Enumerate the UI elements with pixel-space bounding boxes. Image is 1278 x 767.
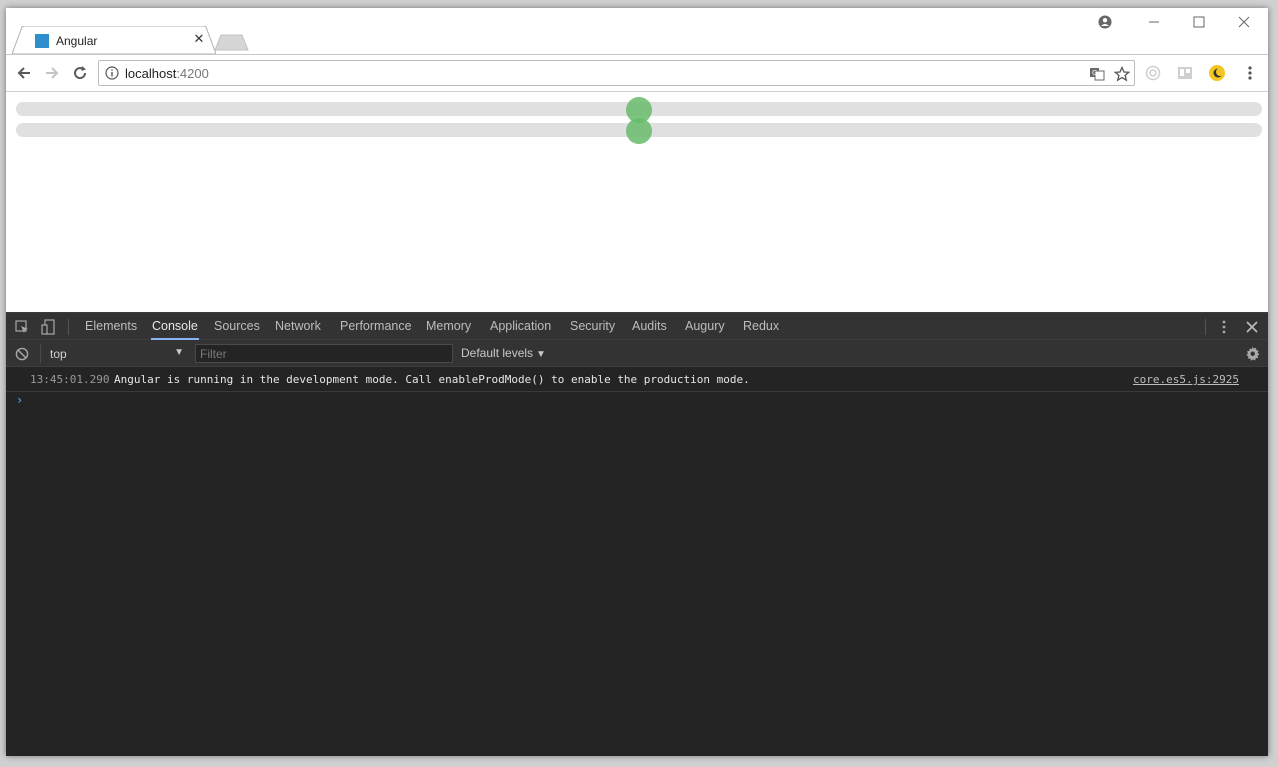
bookmark-star-icon[interactable]: [1113, 65, 1131, 83]
devtools-panel: Elements Console Sources Network Perform…: [6, 312, 1268, 756]
filter-input[interactable]: [196, 345, 452, 362]
toolbar-divider: [68, 319, 69, 335]
prompt-caret-icon: ›: [16, 393, 24, 407]
devtools-close-icon[interactable]: [1244, 319, 1260, 335]
devtools-tab-bar: Elements Console Sources Network Perform…: [6, 313, 1268, 340]
console-filter[interactable]: [195, 344, 453, 363]
tab-console[interactable]: Console: [151, 313, 199, 340]
tab-close-icon[interactable]: ✕: [192, 32, 206, 46]
slider-2[interactable]: [16, 118, 1262, 144]
browser-toolbar: localhost:4200 G: [6, 54, 1268, 92]
site-info-icon[interactable]: [105, 66, 119, 80]
tab-augury[interactable]: Augury: [684, 313, 726, 340]
console-settings-gear-icon[interactable]: [1244, 345, 1260, 361]
levels-label: Default levels: [461, 346, 534, 360]
url-port: :4200: [176, 66, 209, 81]
reload-icon[interactable]: [70, 63, 90, 83]
tab-sources[interactable]: Sources: [213, 313, 261, 340]
devtools-menu-icon[interactable]: [1216, 319, 1232, 335]
console-messages: 13:45:01.290 Angular is running in the d…: [6, 368, 1268, 412]
inspect-element-icon[interactable]: [14, 319, 30, 335]
svg-text:G: G: [1092, 69, 1097, 77]
chevron-down-icon: ▼: [174, 347, 184, 358]
maximize-icon[interactable]: [1185, 14, 1213, 30]
forward-arrow-icon[interactable]: [42, 63, 62, 83]
extension-board-icon[interactable]: [1176, 64, 1194, 82]
console-message: 13:45:01.290 Angular is running in the d…: [6, 368, 1268, 392]
angular-favicon-icon: [35, 34, 49, 48]
new-tab-button[interactable]: [214, 34, 250, 51]
extension-target-icon[interactable]: [1144, 64, 1162, 82]
slider-thumb[interactable]: [626, 118, 652, 144]
clear-console-icon[interactable]: [14, 346, 30, 362]
minimize-icon[interactable]: [1140, 14, 1168, 30]
extension-moon-icon[interactable]: [1208, 64, 1226, 82]
tab-performance[interactable]: Performance: [339, 313, 413, 340]
tab-memory[interactable]: Memory: [425, 313, 472, 340]
console-toolbar: top ▼ Default levels▼: [6, 340, 1268, 367]
tab-redux[interactable]: Redux: [742, 313, 780, 340]
slider-1[interactable]: [16, 97, 1262, 123]
chevron-down-icon: ▼: [536, 349, 546, 360]
context-select[interactable]: top ▼: [40, 344, 190, 363]
address-url[interactable]: localhost:4200: [125, 66, 209, 81]
url-host: localhost: [125, 66, 177, 81]
tab-application[interactable]: Application: [489, 313, 552, 340]
console-prompt[interactable]: ›: [6, 392, 1268, 412]
back-arrow-icon[interactable]: [14, 63, 34, 83]
profile-icon[interactable]: [1091, 14, 1119, 30]
log-levels-dropdown[interactable]: Default levels ▼: [461, 346, 546, 360]
tab-security[interactable]: Security: [569, 313, 616, 340]
context-value: top: [50, 347, 67, 361]
message-source-link[interactable]: core.es5.js:2925: [1133, 368, 1239, 392]
message-timestamp: 13:45:01.290: [30, 373, 110, 386]
tab-title: Angular: [56, 34, 98, 48]
message-text: Angular is running in the development mo…: [114, 373, 750, 386]
address-bar[interactable]: localhost:4200 G: [98, 60, 1135, 86]
tab-network[interactable]: Network: [274, 313, 322, 340]
toolbar-divider: [1205, 319, 1206, 335]
browser-tab[interactable]: Angular ✕: [12, 26, 216, 55]
browser-window: Angular ✕ localhost:4200 G Elements Cons…: [6, 8, 1268, 756]
device-toolbar-icon[interactable]: [40, 319, 56, 335]
translate-icon[interactable]: G: [1088, 65, 1106, 83]
window-close-icon[interactable]: [1230, 14, 1258, 30]
tab-strip: Angular ✕: [6, 8, 1268, 55]
browser-menu-icon[interactable]: [1241, 64, 1259, 82]
page-viewport: [6, 92, 1268, 312]
tab-audits[interactable]: Audits: [631, 313, 668, 340]
tab-elements[interactable]: Elements: [84, 313, 138, 340]
